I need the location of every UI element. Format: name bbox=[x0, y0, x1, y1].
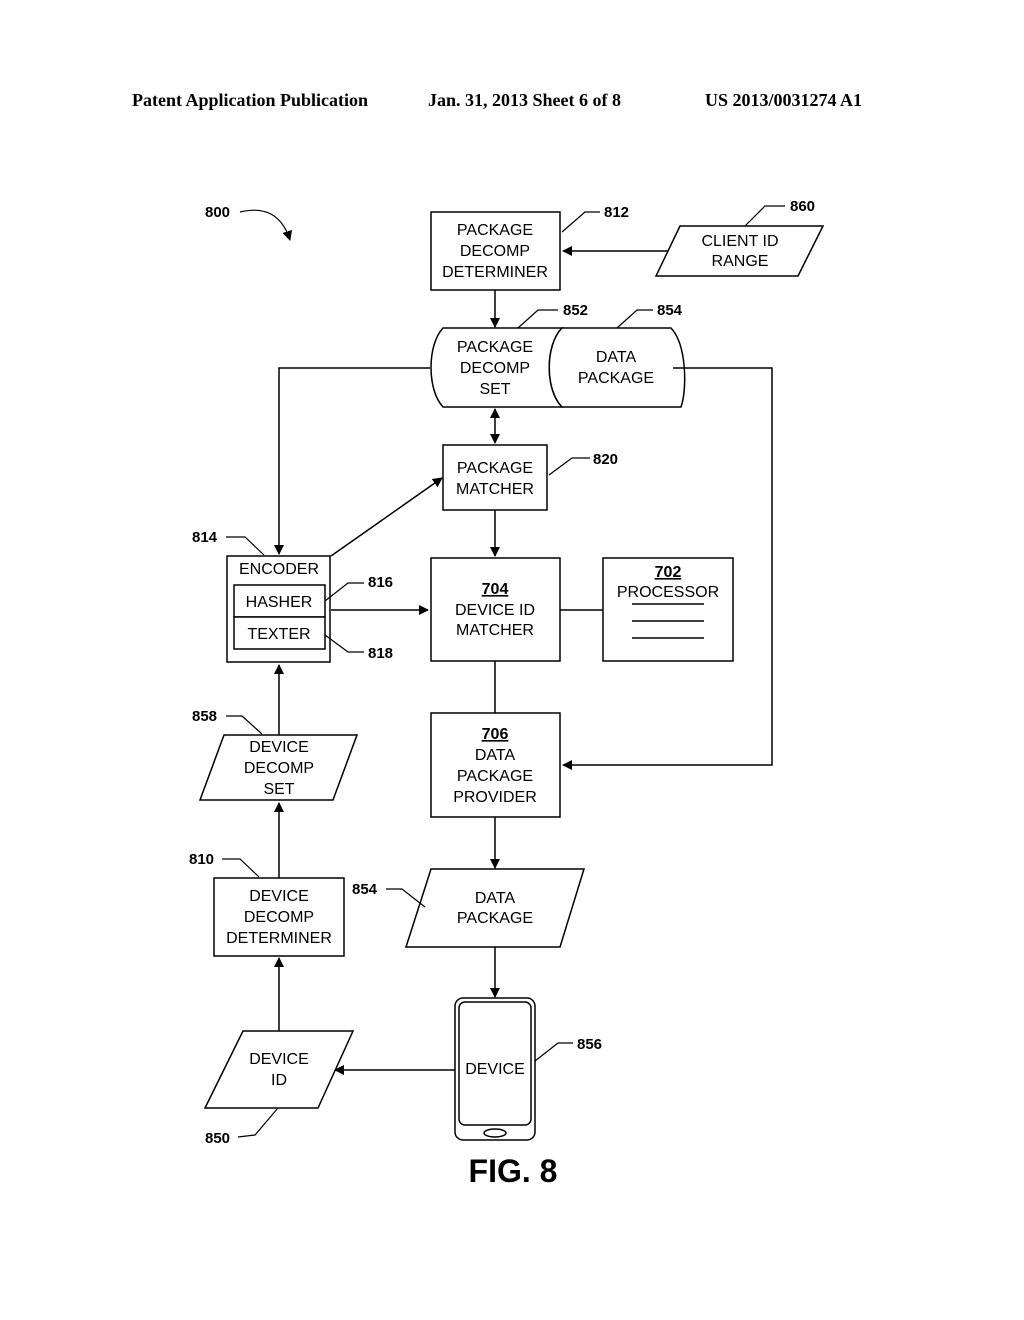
ref-800: 800 bbox=[205, 204, 230, 221]
svg-text:DATA: DATA bbox=[596, 349, 637, 366]
svg-text:RANGE: RANGE bbox=[712, 253, 769, 270]
svg-text:DETERMINER: DETERMINER bbox=[442, 264, 548, 281]
svg-text:702: 702 bbox=[655, 564, 682, 581]
svg-text:DEVICE: DEVICE bbox=[249, 1051, 309, 1068]
svg-text:706: 706 bbox=[482, 726, 509, 743]
ref-814: 814 bbox=[192, 529, 218, 546]
svg-text:SET: SET bbox=[479, 381, 510, 398]
svg-text:DEVICE: DEVICE bbox=[249, 739, 309, 756]
ref-812: 812 bbox=[604, 204, 629, 221]
svg-text:ENCODER: ENCODER bbox=[239, 561, 319, 578]
svg-text:DECOMP: DECOMP bbox=[460, 360, 530, 377]
svg-text:SET: SET bbox=[263, 781, 294, 798]
device-id: DEVICE ID bbox=[203, 1030, 355, 1109]
ref-854-bottom: 854 bbox=[352, 881, 378, 898]
svg-text:DECOMP: DECOMP bbox=[244, 760, 314, 777]
ref-810: 810 bbox=[189, 851, 214, 868]
ref-858: 858 bbox=[192, 708, 217, 725]
device-phone: DEVICE bbox=[454, 997, 536, 1141]
svg-text:PACKAGE: PACKAGE bbox=[578, 370, 654, 387]
svg-text:PACKAGE: PACKAGE bbox=[457, 222, 533, 239]
ref-818: 818 bbox=[368, 645, 393, 662]
svg-text:MATCHER: MATCHER bbox=[456, 481, 534, 498]
device-decomp-set: DEVICE DECOMP SET bbox=[198, 734, 359, 801]
svg-text:PACKAGE: PACKAGE bbox=[457, 460, 533, 477]
svg-text:PACKAGE: PACKAGE bbox=[457, 339, 533, 356]
svg-text:MATCHER: MATCHER bbox=[456, 622, 534, 639]
arrow-encoder-to-matcher bbox=[330, 477, 443, 557]
svg-text:DECOMP: DECOMP bbox=[460, 243, 530, 260]
data-package-provider: 706 DATA PACKAGE PROVIDER bbox=[430, 712, 561, 818]
svg-text:CLIENT ID: CLIENT ID bbox=[701, 233, 778, 250]
svg-text:PROVIDER: PROVIDER bbox=[453, 789, 537, 806]
ref-800-arrow bbox=[239, 209, 293, 241]
svg-text:DATA: DATA bbox=[475, 890, 516, 907]
ref-852: 852 bbox=[563, 302, 588, 319]
ref-850: 850 bbox=[205, 1130, 230, 1147]
processor: 702 PROCESSOR bbox=[602, 557, 734, 662]
svg-text:DETERMINER: DETERMINER bbox=[226, 930, 332, 947]
svg-text:704: 704 bbox=[482, 581, 509, 598]
client-id-range: CLIENT ID RANGE bbox=[654, 225, 825, 277]
svg-text:TEXTER: TEXTER bbox=[247, 626, 310, 643]
ref-816: 816 bbox=[368, 574, 393, 591]
encoder: ENCODER HASHER TEXTER bbox=[226, 555, 331, 663]
svg-text:DEVICE: DEVICE bbox=[465, 1061, 525, 1078]
svg-text:ID: ID bbox=[271, 1072, 287, 1089]
svg-text:DEVICE: DEVICE bbox=[249, 888, 309, 905]
device-decomp-determiner: DEVICE DECOMP DETERMINER bbox=[213, 877, 345, 957]
device-id-matcher: 704 DEVICE ID MATCHER bbox=[430, 557, 561, 662]
ref-856: 856 bbox=[577, 1036, 602, 1053]
svg-text:PACKAGE: PACKAGE bbox=[457, 768, 533, 785]
data-package-bottom: DATA PACKAGE bbox=[404, 868, 586, 948]
svg-text:DATA: DATA bbox=[475, 747, 516, 764]
figure-title: FIG. 8 bbox=[469, 1153, 558, 1189]
package-matcher: PACKAGE MATCHER bbox=[442, 444, 548, 511]
package-decomp-set: PACKAGE DECOMP SET bbox=[430, 327, 564, 408]
ref-854-top: 854 bbox=[657, 302, 683, 319]
ref-860: 860 bbox=[790, 198, 815, 215]
svg-text:DEVICE ID: DEVICE ID bbox=[455, 602, 535, 619]
arrow-set-to-encoder bbox=[274, 367, 430, 555]
svg-text:PROCESSOR: PROCESSOR bbox=[617, 584, 719, 601]
data-package-top: DATA PACKAGE bbox=[548, 327, 686, 408]
svg-text:PACKAGE: PACKAGE bbox=[457, 910, 533, 927]
svg-text:HASHER: HASHER bbox=[246, 594, 313, 611]
package-decomp-determiner: PACKAGE DECOMP DETERMINER bbox=[430, 211, 561, 291]
ref-820: 820 bbox=[593, 451, 618, 468]
svg-text:DECOMP: DECOMP bbox=[244, 909, 314, 926]
figure-8-diagram: 800 PACKAGE DECOMP DETERMINER 812 CLIENT… bbox=[189, 198, 825, 1189]
